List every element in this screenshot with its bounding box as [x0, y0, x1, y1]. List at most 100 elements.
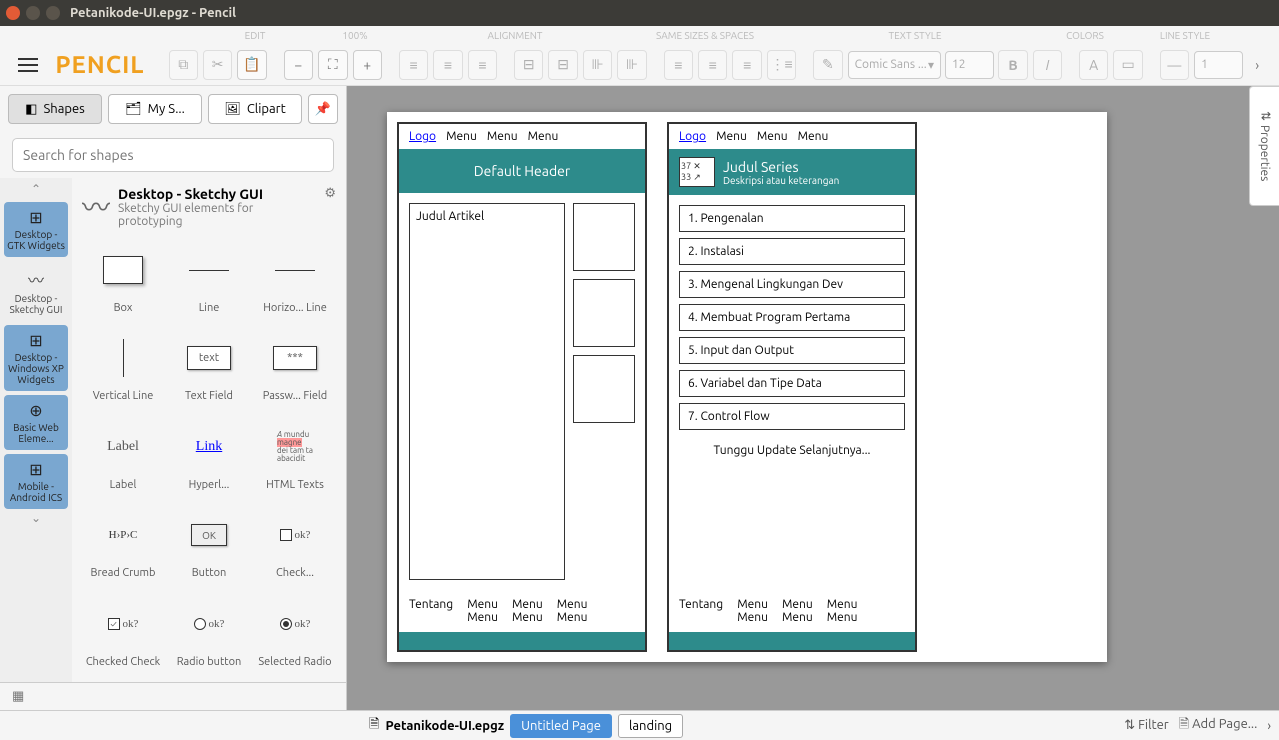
- space-vert-button[interactable]: ⊪: [617, 50, 646, 80]
- category-android[interactable]: ⊞Mobile - Android ICS: [4, 454, 68, 509]
- shape-label[interactable]: LabelLabel: [82, 419, 164, 499]
- text-left-button[interactable]: ≡: [664, 50, 693, 80]
- clipart-tab[interactable]: 🖼 Clipart: [208, 94, 302, 124]
- align-right-button[interactable]: ≡: [468, 50, 497, 80]
- expand-toolbar-button[interactable]: ›: [1247, 57, 1267, 73]
- same-height-button[interactable]: ⊟: [548, 50, 577, 80]
- window-minimize-button[interactable]: [26, 6, 40, 20]
- canvas-page[interactable]: Logo Menu Menu Menu Default Header Judul…: [387, 112, 1107, 662]
- shape-checked[interactable]: ✓ok?Checked Check: [82, 596, 164, 676]
- italic-button[interactable]: I: [1033, 50, 1062, 80]
- align-center-button[interactable]: ≡: [433, 50, 462, 80]
- shape-button[interactable]: OKButton: [168, 507, 250, 587]
- window-title: Petanikode-UI.epgz - Pencil: [70, 6, 236, 20]
- mock1-article: Judul Artikel: [409, 203, 565, 580]
- align-left-button[interactable]: ≡: [399, 50, 428, 80]
- collection-icon: 〰: [82, 186, 110, 226]
- mock1-header: Default Header: [399, 149, 645, 193]
- shape-password[interactable]: ***Passw... Field: [254, 330, 336, 410]
- list-item: 3. Mengenal Lingkungan Dev: [679, 271, 905, 298]
- file-icon: 🗎: [369, 715, 379, 737]
- status-bar: 🗎 Petanikode-UI.epgz Untitled Page landi…: [0, 710, 1279, 740]
- window-close-button[interactable]: [6, 6, 20, 20]
- mock1-footer: Tentang MenuMenu MenuMenu MenuMenu: [399, 590, 645, 632]
- collection-settings-icon[interactable]: ⚙: [324, 186, 336, 201]
- mockup-frame-1[interactable]: Logo Menu Menu Menu Default Header Judul…: [397, 122, 647, 652]
- shapes-tab[interactable]: ◧ Shapes: [8, 94, 102, 124]
- page-tab-untitled[interactable]: Untitled Page: [510, 714, 612, 738]
- properties-panel-toggle[interactable]: ⇅ Properties: [1249, 86, 1279, 206]
- shape-radio-sel[interactable]: ok?Selected Radio: [254, 596, 336, 676]
- window-maximize-button[interactable]: [46, 6, 60, 20]
- shape-hline[interactable]: Horizo... Line: [254, 242, 336, 322]
- mock1-sidebox: [573, 355, 635, 423]
- same-width-button[interactable]: ⊟: [514, 50, 543, 80]
- grid-view-icon[interactable]: ▦: [12, 689, 24, 704]
- line-style-button[interactable]: —: [1160, 50, 1189, 80]
- search-shapes-input[interactable]: [12, 138, 334, 172]
- text-center-button[interactable]: ≡: [698, 50, 727, 80]
- shapes-grid: Box Line Horizo... Line Vertical Line te…: [72, 236, 346, 682]
- text-color-button[interactable]: A: [1079, 50, 1108, 80]
- bullet-list-button[interactable]: ⋮≡: [767, 50, 796, 80]
- mock1-sidebox: [573, 203, 635, 271]
- toolbar-section-labels: EDIT 100% ALIGNMENT SAME SIZES & SPACES …: [0, 26, 1279, 44]
- cut-button[interactable]: ✂: [203, 50, 232, 80]
- window-titlebar: Petanikode-UI.epgz - Pencil: [0, 0, 1279, 26]
- add-page-button[interactable]: 🗎 Add Page...: [1179, 715, 1258, 737]
- font-size-input[interactable]: 12: [945, 51, 994, 79]
- space-horiz-button[interactable]: ⊪: [583, 50, 612, 80]
- category-winxp[interactable]: ⊞Desktop - Windows XP Widgets: [4, 325, 68, 391]
- hamburger-menu[interactable]: [12, 49, 43, 81]
- list-item: 1. Pengenalan: [679, 205, 905, 232]
- copy-button[interactable]: ⧉: [169, 50, 198, 80]
- canvas-area[interactable]: Logo Menu Menu Menu Default Header Judul…: [347, 86, 1279, 710]
- shape-vline[interactable]: Vertical Line: [82, 330, 164, 410]
- filename-label: Petanikode-UI.epgz: [385, 719, 504, 733]
- category-gtk[interactable]: ⊞Desktop - GTK Widgets: [4, 202, 68, 257]
- shape-checkbox[interactable]: ok?Check...: [254, 507, 336, 587]
- paste-button[interactable]: 📋: [237, 50, 266, 80]
- list-item: 4. Membuat Program Pertama: [679, 304, 905, 331]
- shape-textfield[interactable]: textText Field: [168, 330, 250, 410]
- pin-panel-button[interactable]: 📌: [308, 94, 338, 124]
- font-family-select[interactable]: Comic Sans ...▾: [848, 51, 941, 79]
- category-list: ⌃ ⊞Desktop - GTK Widgets 〰Desktop - Sket…: [0, 178, 72, 682]
- mock2-header: 37 ✕33 ↗ Judul Series Deskripsi atau ket…: [669, 149, 915, 195]
- line-weight-input[interactable]: 1: [1194, 51, 1243, 79]
- list-item: 7. Control Flow: [679, 403, 905, 430]
- mock1-sidebox: [573, 279, 635, 347]
- category-scroll-up[interactable]: ⌃: [31, 182, 41, 200]
- list-item: 2. Instalasi: [679, 238, 905, 265]
- filter-button[interactable]: ⇅ Filter: [1124, 718, 1168, 733]
- mystuff-tab[interactable]: 🗂 My S...: [108, 94, 202, 124]
- format-paint-button[interactable]: ✎: [813, 50, 842, 80]
- mockup-frame-2[interactable]: Logo Menu Menu Menu 37 ✕33 ↗ Judul Serie…: [667, 122, 917, 652]
- list-item: 5. Input dan Output: [679, 337, 905, 364]
- category-scroll-down[interactable]: ⌄: [31, 511, 41, 529]
- mock1-nav: Logo Menu Menu Menu: [399, 124, 645, 149]
- app-logo: PENCIL: [55, 51, 144, 78]
- collection-header: 〰 Desktop - Sketchy GUI Sketchy GUI elem…: [72, 178, 346, 236]
- text-right-button[interactable]: ≡: [732, 50, 761, 80]
- shape-box[interactable]: Box: [82, 242, 164, 322]
- shapes-panel: ◧ Shapes 🗂 My S... 🖼 Clipart 📌 ⌃ ⊞Deskto…: [0, 86, 347, 710]
- shape-breadcrumb[interactable]: H›P›CBread Crumb: [82, 507, 164, 587]
- fill-color-button[interactable]: ▭: [1113, 50, 1142, 80]
- mock2-footer: Tentang MenuMenu MenuMenu MenuMenu: [669, 590, 915, 632]
- category-sketchy[interactable]: 〰Desktop - Sketchy GUI: [4, 261, 68, 321]
- bold-button[interactable]: B: [998, 50, 1027, 80]
- panel-footer: ▦: [0, 682, 346, 710]
- shape-line[interactable]: Line: [168, 242, 250, 322]
- shape-hyperlink[interactable]: LinkHyperl...: [168, 419, 250, 499]
- mock2-list: 1. Pengenalan 2. Instalasi 3. Mengenal L…: [669, 195, 915, 590]
- shape-radio[interactable]: ok?Radio button: [168, 596, 250, 676]
- more-icon[interactable]: ›: [1267, 719, 1271, 733]
- zoom-fit-button[interactable]: ⛶: [318, 50, 347, 80]
- category-web[interactable]: ⊕Basic Web Eleme...: [4, 395, 68, 450]
- page-tab-landing[interactable]: landing: [618, 714, 683, 738]
- shape-htmltexts[interactable]: A mundumagnedei tam taabaciditHTML Texts: [254, 419, 336, 499]
- mock2-nav: Logo Menu Menu Menu: [669, 124, 915, 149]
- zoom-out-button[interactable]: −: [284, 50, 313, 80]
- zoom-in-button[interactable]: +: [353, 50, 382, 80]
